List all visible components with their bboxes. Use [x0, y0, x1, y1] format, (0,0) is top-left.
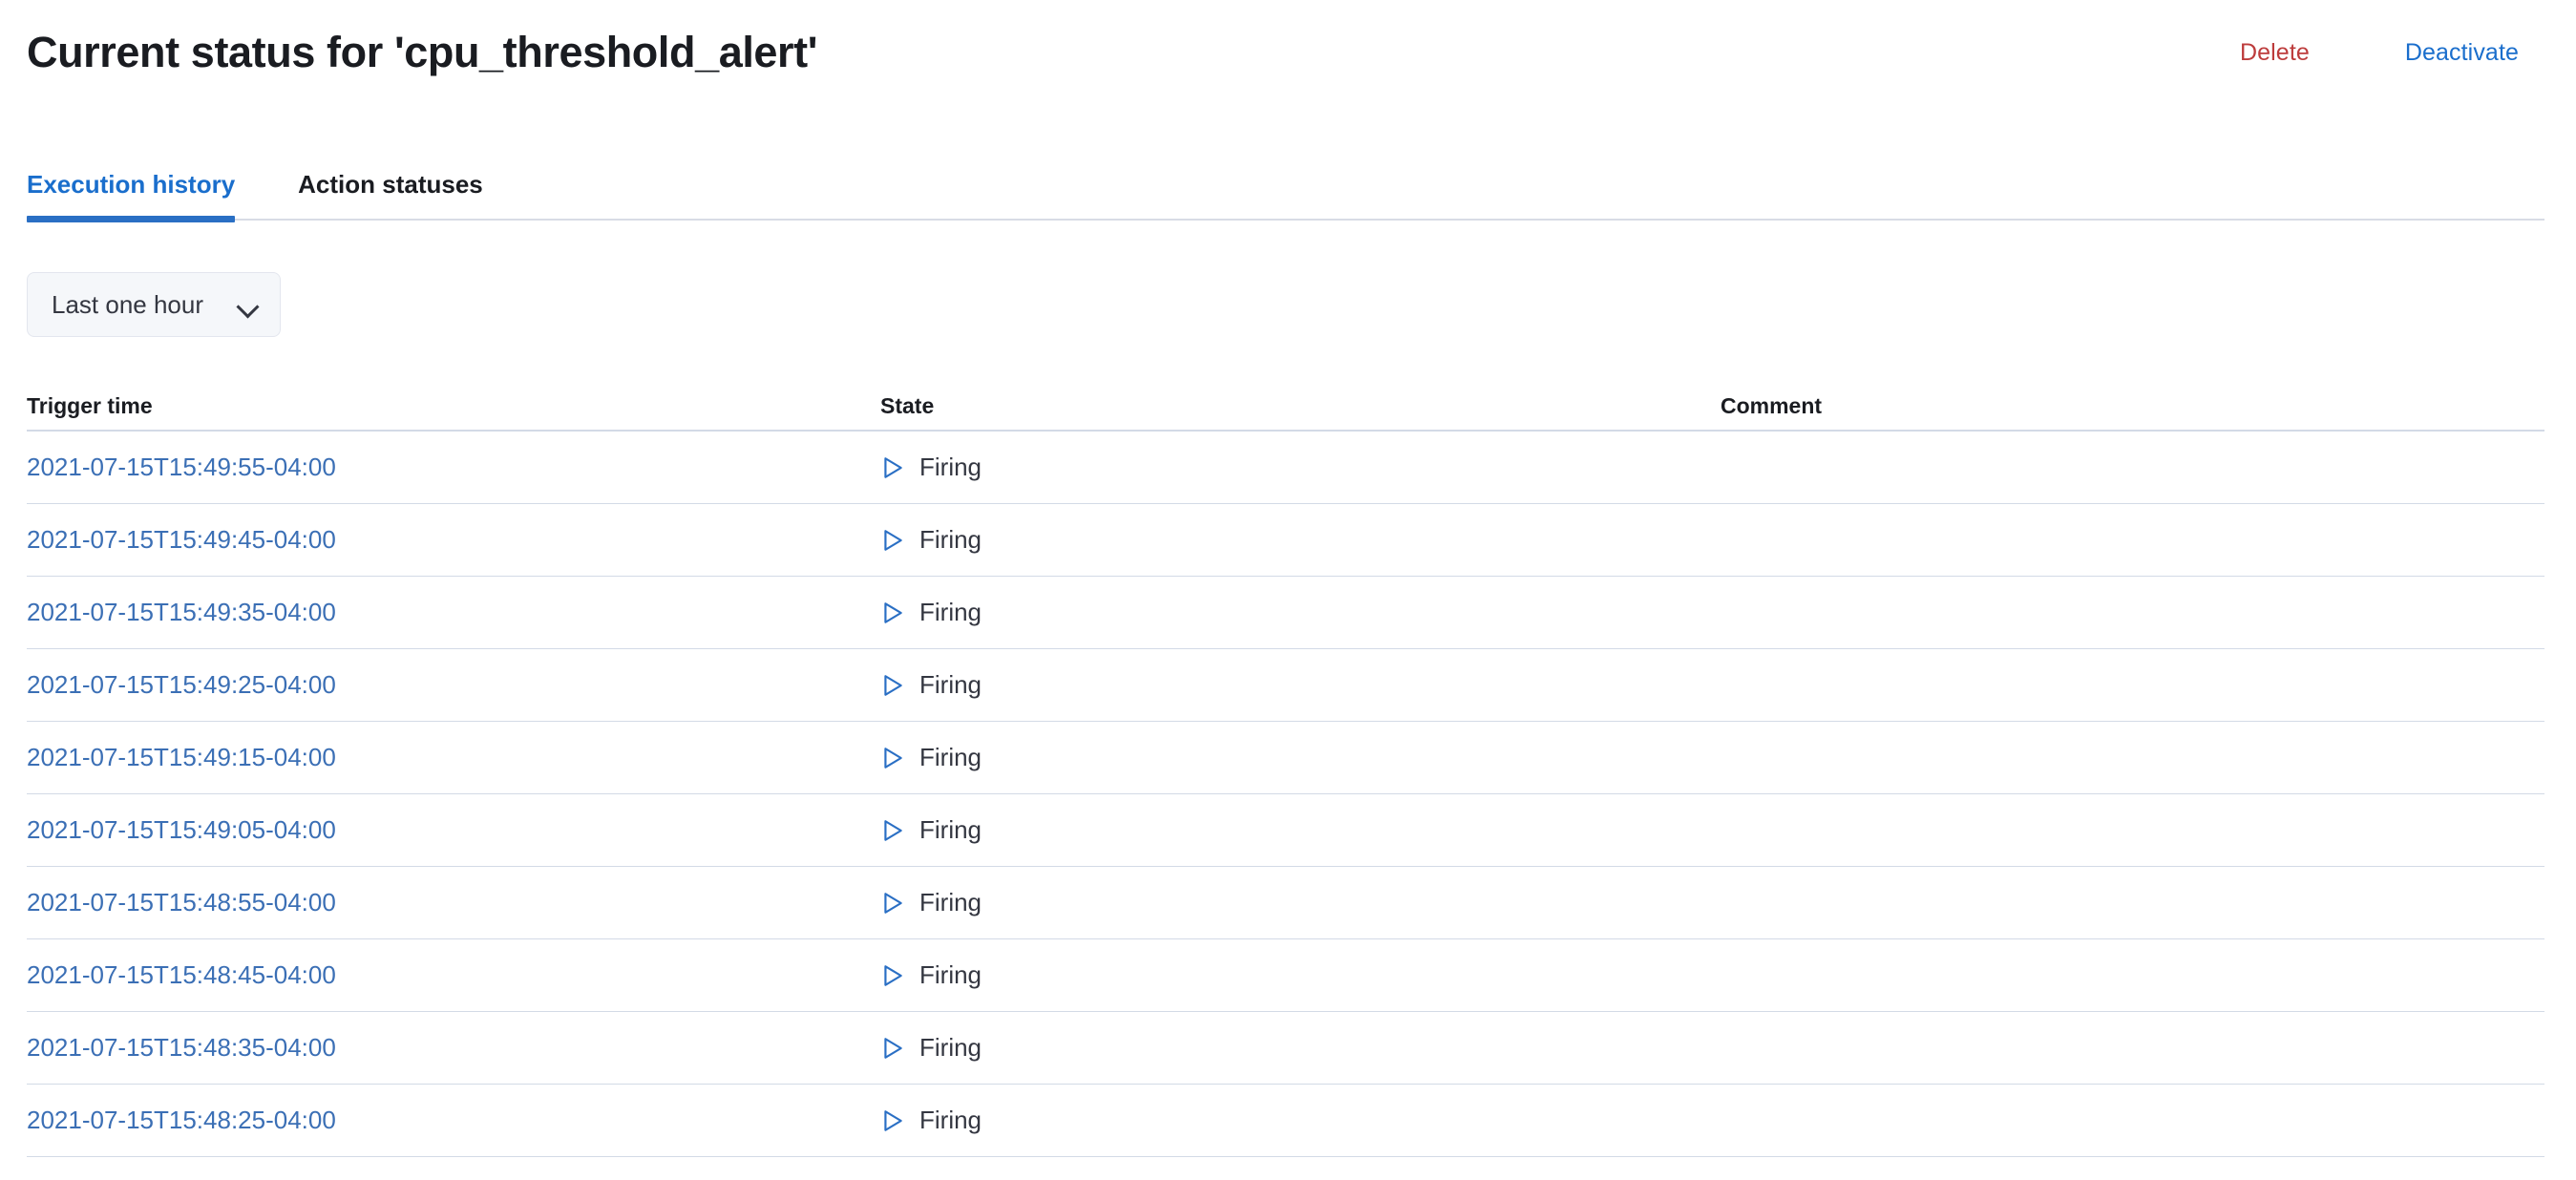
- state-label: Firing: [919, 1106, 982, 1134]
- play-triangle-icon: [884, 1109, 902, 1131]
- state-label: Firing: [919, 815, 982, 844]
- table-row: 2021-07-15T15:49:45-04:00 Firing: [27, 504, 2544, 577]
- trigger-time-link[interactable]: 2021-07-15T15:48:55-04:00: [27, 888, 336, 917]
- table-row: 2021-07-15T15:48:55-04:00 Firing: [27, 867, 2544, 939]
- table-body: 2021-07-15T15:49:55-04:00 Firing 2021-07-1…: [27, 432, 2544, 1157]
- play-triangle-icon: [884, 747, 902, 769]
- execution-history-table: Trigger time State Comment 2021-07-15T15…: [27, 382, 2544, 1157]
- play-triangle-icon: [884, 529, 902, 551]
- delete-button[interactable]: Delete: [2240, 39, 2310, 67]
- state-label: Firing: [919, 525, 982, 554]
- state-label: Firing: [919, 960, 982, 989]
- cell-trigger-time: 2021-07-15T15:49:35-04:00: [27, 598, 880, 627]
- column-header-trigger-time: Trigger time: [27, 392, 153, 418]
- play-triangle-icon: [884, 601, 902, 623]
- play-triangle-icon: [884, 456, 902, 478]
- page-title: Current status for 'cpu_threshold_alert': [27, 28, 818, 77]
- cell-trigger-time: 2021-07-15T15:48:35-04:00: [27, 1033, 880, 1063]
- trigger-time-link[interactable]: 2021-07-15T15:49:05-04:00: [27, 815, 336, 844]
- trigger-time-link[interactable]: 2021-07-15T15:49:35-04:00: [27, 598, 336, 626]
- cell-state: Firing: [880, 960, 1721, 990]
- time-range-dropdown[interactable]: Last one hour: [27, 272, 282, 337]
- deactivate-button[interactable]: Deactivate: [2405, 39, 2519, 67]
- trigger-time-link[interactable]: 2021-07-15T15:49:55-04:00: [27, 453, 336, 481]
- state-label: Firing: [919, 453, 982, 481]
- cell-state: Firing: [880, 815, 1721, 845]
- trigger-time-link[interactable]: 2021-07-15T15:48:35-04:00: [27, 1033, 336, 1062]
- cell-trigger-time: 2021-07-15T15:48:55-04:00: [27, 888, 880, 917]
- cell-trigger-time: 2021-07-15T15:49:25-04:00: [27, 670, 880, 700]
- play-triangle-icon: [884, 674, 902, 696]
- trigger-time-link[interactable]: 2021-07-15T15:49:15-04:00: [27, 743, 336, 771]
- chevron-down-icon: [238, 299, 259, 310]
- tab-bar: Execution history Action statuses: [27, 148, 2544, 222]
- alert-status-page: Current status for 'cpu_threshold_alert'…: [0, 0, 2576, 1180]
- column-header-state: State: [880, 392, 935, 418]
- page-header: Current status for 'cpu_threshold_alert'…: [0, 0, 2576, 105]
- cell-state: Firing: [880, 525, 1721, 555]
- table-row: 2021-07-15T15:48:25-04:00 Firing: [27, 1085, 2544, 1157]
- cell-trigger-time: 2021-07-15T15:48:25-04:00: [27, 1106, 880, 1135]
- play-triangle-icon: [884, 1037, 902, 1059]
- trigger-time-link[interactable]: 2021-07-15T15:49:45-04:00: [27, 525, 336, 554]
- table-header-row: Trigger time State Comment: [27, 382, 2544, 432]
- table-row: 2021-07-15T15:48:35-04:00 Firing: [27, 1012, 2544, 1085]
- state-label: Firing: [919, 598, 982, 626]
- cell-state: Firing: [880, 1106, 1721, 1135]
- cell-state: Firing: [880, 670, 1721, 700]
- table-row: 2021-07-15T15:49:35-04:00 Firing: [27, 577, 2544, 649]
- table-row: 2021-07-15T15:49:15-04:00 Firing: [27, 722, 2544, 794]
- trigger-time-link[interactable]: 2021-07-15T15:49:25-04:00: [27, 670, 336, 699]
- state-label: Firing: [919, 888, 982, 917]
- tab-execution-history[interactable]: Execution history: [27, 148, 267, 222]
- table-row: 2021-07-15T15:49:55-04:00 Firing: [27, 432, 2544, 504]
- trigger-time-link[interactable]: 2021-07-15T15:48:45-04:00: [27, 960, 336, 989]
- cell-trigger-time: 2021-07-15T15:49:15-04:00: [27, 743, 880, 772]
- tab-action-statuses[interactable]: Action statuses: [267, 148, 514, 221]
- state-label: Firing: [919, 743, 982, 771]
- cell-trigger-time: 2021-07-15T15:49:05-04:00: [27, 815, 880, 845]
- play-triangle-icon: [884, 892, 902, 914]
- cell-state: Firing: [880, 888, 1721, 917]
- trigger-time-link[interactable]: 2021-07-15T15:48:25-04:00: [27, 1106, 336, 1134]
- cell-state: Firing: [880, 1033, 1721, 1063]
- cell-trigger-time: 2021-07-15T15:49:55-04:00: [27, 453, 880, 482]
- cell-state: Firing: [880, 453, 1721, 482]
- state-label: Firing: [919, 1033, 982, 1062]
- filter-row: Last one hour: [27, 272, 282, 337]
- column-header-comment: Comment: [1721, 392, 1823, 418]
- play-triangle-icon: [884, 964, 902, 986]
- table-row: 2021-07-15T15:49:05-04:00 Firing: [27, 794, 2544, 867]
- cell-state: Firing: [880, 743, 1721, 772]
- state-label: Firing: [919, 670, 982, 699]
- cell-state: Firing: [880, 598, 1721, 627]
- table-row: 2021-07-15T15:49:25-04:00 Firing: [27, 649, 2544, 722]
- cell-trigger-time: 2021-07-15T15:49:45-04:00: [27, 525, 880, 555]
- header-actions: Delete Deactivate: [2240, 39, 2519, 67]
- cell-trigger-time: 2021-07-15T15:48:45-04:00: [27, 960, 880, 990]
- table-row: 2021-07-15T15:48:45-04:00 Firing: [27, 939, 2544, 1012]
- time-range-dropdown-label: Last one hour: [52, 289, 204, 319]
- play-triangle-icon: [884, 819, 902, 841]
